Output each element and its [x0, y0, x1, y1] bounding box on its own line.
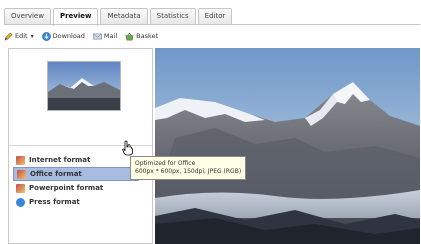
- mail-label: Mail: [103, 32, 118, 40]
- tab-editor[interactable]: Editor: [197, 8, 233, 25]
- image-file-icon: [16, 155, 25, 165]
- mountain-thumbnail-icon: [48, 62, 120, 110]
- tab-overview[interactable]: Overview: [4, 8, 51, 25]
- image-file-icon: [17, 169, 26, 179]
- tab-metadata[interactable]: Metadata: [100, 8, 148, 25]
- format-label: Office format: [30, 170, 82, 178]
- tooltip-detail: 600px * 600px, 150dpi, JPEG (RGB): [135, 168, 242, 175]
- chevron-down-icon[interactable]: ▾: [31, 33, 34, 40]
- mail-icon: [93, 33, 102, 39]
- mountain-landscape-image: [155, 48, 420, 244]
- format-label: Powerpoint format: [29, 184, 104, 192]
- thumbnail-image[interactable]: [47, 61, 121, 111]
- hand-pointer-icon: [122, 140, 133, 156]
- help-circle-icon: [16, 197, 25, 207]
- tab-divider: [4, 24, 420, 25]
- image-file-icon: [16, 183, 25, 193]
- tab-statistics[interactable]: Statistics: [149, 8, 196, 25]
- pencil-icon: [4, 32, 13, 41]
- edit-button[interactable]: Edit ▾: [4, 32, 34, 41]
- download-icon: [41, 31, 51, 41]
- preview-image[interactable]: [155, 48, 420, 244]
- format-item-press[interactable]: Press format: [13, 195, 151, 209]
- tab-bar: Overview Preview Metadata Statistics Edi…: [4, 8, 234, 26]
- toolbar: Edit ▾ Download Mail Basket: [4, 28, 158, 44]
- download-label: Download: [52, 32, 85, 40]
- format-item-powerpoint[interactable]: Powerpoint format: [13, 181, 151, 195]
- mail-button[interactable]: Mail: [93, 32, 117, 41]
- download-button[interactable]: Download: [41, 31, 85, 41]
- format-label: Internet format: [29, 156, 91, 164]
- basket-icon: [125, 31, 134, 40]
- format-tooltip: Optimized for Office 600px * 600px, 150d…: [130, 156, 247, 180]
- format-item-office[interactable]: Office format: [13, 167, 139, 181]
- edit-label: Edit: [15, 32, 28, 40]
- format-label: Press format: [29, 198, 80, 206]
- basket-button[interactable]: Basket: [125, 31, 159, 41]
- tooltip-title: Optimized for Office: [135, 160, 196, 167]
- asset-preview-window: Overview Preview Metadata Statistics Edi…: [4, 4, 420, 244]
- basket-label: Basket: [136, 32, 159, 40]
